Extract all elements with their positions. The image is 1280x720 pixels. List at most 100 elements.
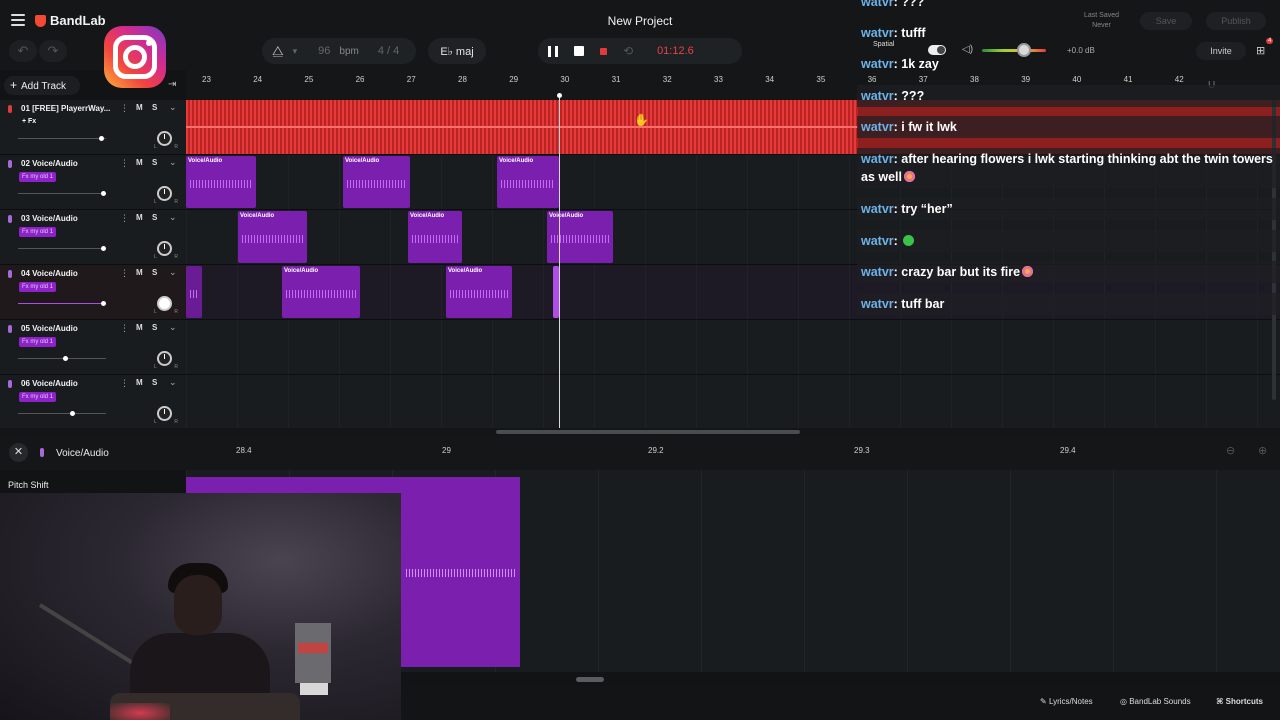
zoom-out-icon[interactable]: ⊖ (1226, 444, 1235, 457)
solo-button[interactable]: S (152, 158, 157, 167)
redo-button[interactable]: ↷ (39, 40, 67, 62)
chat-message: watvr: tuff bar (857, 293, 1280, 315)
solo-button[interactable]: S (152, 213, 157, 222)
volume-knob[interactable] (63, 356, 69, 361)
track-header-1[interactable]: 01 [FREE] PlayerrWay... ⋮ M S ⌄ + Fx L R (0, 100, 186, 155)
fx-chip[interactable]: Fx my old 1 (19, 227, 57, 237)
playhead[interactable] (559, 96, 560, 436)
mute-button[interactable]: M (136, 158, 143, 167)
track-volume-slider[interactable] (18, 411, 106, 416)
chevron-down-icon[interactable]: ⌄ (169, 157, 177, 168)
audio-clip[interactable]: Voice/Audio (497, 156, 559, 208)
track-header-2[interactable]: 02 Voice/Audio ⋮ M S ⌄ Fx my old 1LR (0, 155, 186, 210)
track-options-icon[interactable]: ⋮ (120, 323, 129, 334)
track-options-icon[interactable]: ⋮ (120, 268, 129, 279)
volume-knob[interactable] (101, 246, 107, 251)
track-volume-slider[interactable] (18, 191, 107, 196)
zoom-in-icon[interactable]: ⊕ (1258, 444, 1267, 457)
chat-username: watvr (861, 120, 894, 134)
track-header-6[interactable]: 06 Voice/Audio ⋮ M S ⌄ Fx my old 1LR (0, 375, 186, 430)
playhead-handle[interactable] (557, 93, 562, 98)
track-name[interactable]: 01 [FREE] PlayerrWay... (21, 104, 113, 113)
emoji-icon (1022, 266, 1034, 277)
track-name[interactable]: 05 Voice/Audio (21, 324, 113, 333)
menu-icon[interactable] (11, 14, 25, 26)
chat-username: watvr (861, 297, 894, 311)
fx-chip[interactable]: Fx my old 1 (19, 392, 57, 402)
track-name[interactable]: 04 Voice/Audio (21, 269, 113, 278)
audio-clip[interactable]: Voice/Audio (282, 266, 360, 318)
project-title[interactable]: New Project (560, 14, 720, 28)
solo-button[interactable]: S (152, 378, 157, 387)
track-options-icon[interactable]: ⋮ (120, 103, 129, 114)
track-header-4[interactable]: 04 Voice/Audio ⋮ M S ⌄ Fx my old 1LR (0, 265, 186, 320)
audio-clip[interactable] (186, 266, 202, 318)
close-editor-button[interactable]: ✕ (9, 443, 28, 462)
horizontal-scrollbar[interactable] (496, 430, 800, 434)
audio-clip[interactable]: Voice/Audio (238, 211, 307, 263)
audio-clip[interactable]: Voice/Audio (408, 211, 462, 263)
mic-icon (8, 325, 12, 333)
bandlab-sounds-button[interactable]: ◎ BandLab Sounds (1120, 697, 1191, 706)
stop-icon[interactable] (574, 46, 584, 56)
chevron-down-icon[interactable]: ⌄ (169, 267, 177, 278)
metronome-icon[interactable]: ⧋ (272, 43, 284, 59)
chevron-down-icon[interactable]: ▾ (293, 46, 298, 57)
audio-clip[interactable]: Voice/Audio (446, 266, 512, 318)
chat-text: i fw it lwk (901, 120, 957, 134)
collapse-tracks-icon[interactable]: ⇥ (168, 79, 176, 90)
mute-button[interactable]: M (136, 378, 143, 387)
fx-chip[interactable]: + Fx (19, 117, 39, 127)
fx-chip[interactable]: Fx my old 1 (19, 337, 57, 347)
track-volume-slider[interactable] (18, 301, 107, 306)
mute-button[interactable]: M (136, 213, 143, 222)
volume-knob[interactable] (70, 411, 76, 416)
chevron-down-icon[interactable]: ⌄ (169, 377, 177, 388)
editor-scrollbar[interactable] (576, 677, 604, 682)
volume-knob[interactable] (101, 301, 107, 306)
track-lane-5[interactable] (186, 320, 1280, 375)
solo-button[interactable]: S (152, 268, 157, 277)
add-track-button[interactable]: + Add Track (4, 76, 80, 95)
audio-clip[interactable]: Voice/Audio (343, 156, 410, 208)
fx-chip[interactable]: Fx my old 1 (19, 172, 57, 182)
chevron-down-icon[interactable]: ⌄ (169, 322, 177, 333)
time-signature[interactable]: 4 / 4 (378, 45, 399, 57)
track-name[interactable]: 06 Voice/Audio (21, 379, 113, 388)
audio-clip[interactable]: Voice/Audio (547, 211, 613, 263)
track-volume-slider[interactable] (18, 136, 106, 141)
track-volume-slider[interactable] (18, 356, 106, 361)
chevron-down-icon[interactable]: ⌄ (169, 102, 177, 113)
track-options-icon[interactable]: ⋮ (120, 378, 129, 389)
stream-chat-overlay: watvr: ??? watvr: tufff watvr: 1k zay watvr… (857, 0, 1280, 318)
key-selector[interactable]: E♭ maj (428, 38, 486, 64)
fx-chip[interactable]: Fx my old 1 (19, 282, 57, 292)
bpm-value[interactable]: 96 (318, 45, 330, 57)
volume-knob[interactable] (101, 191, 107, 196)
track-name[interactable]: 02 Voice/Audio (21, 159, 113, 168)
audio-clip[interactable]: Voice/Audio (186, 156, 256, 208)
loop-icon[interactable]: ⟲ (623, 44, 633, 58)
clip-label: Voice/Audio (499, 158, 534, 164)
track-options-icon[interactable]: ⋮ (120, 158, 129, 169)
mute-button[interactable]: M (136, 103, 143, 112)
bandlab-logo[interactable]: BandLab (35, 13, 106, 28)
volume-knob[interactable] (98, 136, 104, 141)
mute-button[interactable]: M (136, 268, 143, 277)
track-name[interactable]: 03 Voice/Audio (21, 214, 113, 223)
track-options-icon[interactable]: ⋮ (120, 213, 129, 224)
solo-button[interactable]: S (152, 323, 157, 332)
track-lane-6[interactable] (186, 375, 1280, 430)
undo-button[interactable]: ↶ (9, 40, 37, 62)
record-icon[interactable] (600, 47, 607, 55)
track-header-5[interactable]: 05 Voice/Audio ⋮ M S ⌄ Fx my old 1LR (0, 320, 186, 375)
mute-button[interactable]: M (136, 323, 143, 332)
lyrics-notes-button[interactable]: ✎ Lyrics/Notes (1040, 697, 1093, 706)
track-volume-slider[interactable] (18, 246, 107, 251)
chat-username: watvr (861, 202, 894, 216)
pause-icon[interactable] (548, 45, 558, 57)
track-header-3[interactable]: 03 Voice/Audio ⋮ M S ⌄ Fx my old 1LR (0, 210, 186, 265)
chevron-down-icon[interactable]: ⌄ (169, 212, 177, 223)
solo-button[interactable]: S (152, 103, 157, 112)
shortcuts-button[interactable]: ⌘ Shortcuts (1216, 697, 1263, 706)
